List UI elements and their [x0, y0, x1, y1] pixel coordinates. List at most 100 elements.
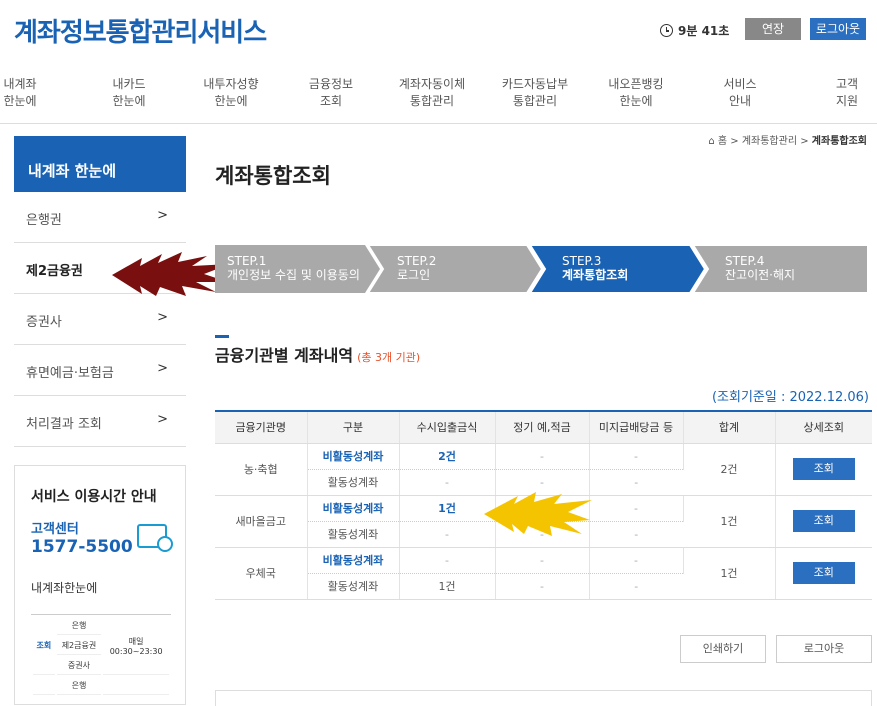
- as-of-date: (조회기준일 : 2022.12.06): [711, 390, 869, 405]
- global-nav: 내계좌 한눈에 내카드 한눈에 내투자성향 한눈에 금융정보 조회 계좌자동이체…: [0, 66, 877, 124]
- hours-institution: 증권사: [56, 657, 102, 675]
- service-hours-box: 서비스 이용시간 안내 고객센터 1577-5500 내계좌한눈에 조회 은행 …: [14, 465, 186, 705]
- chevron-right-icon: >: [157, 412, 168, 427]
- print-button[interactable]: 인쇄하기: [680, 635, 766, 663]
- total-count: 1건: [683, 547, 776, 600]
- column-header: 구분: [307, 411, 400, 444]
- hours-institution: 은행: [56, 617, 102, 635]
- chevron-right-icon: >: [157, 310, 168, 325]
- site-logo[interactable]: 계좌정보통합관리서비스: [14, 12, 267, 49]
- sidebar-item-label: 증권사: [26, 315, 62, 330]
- breadcrumb-current: 계좌통합조회: [811, 136, 867, 147]
- sidebar-item-label: 휴면예금·보험금: [26, 366, 114, 381]
- step-number: STEP.4: [725, 254, 765, 268]
- column-header: 상세조회: [775, 411, 872, 444]
- section-title: 금융기관별 계좌내역 (총 3개 기관): [215, 342, 420, 366]
- clock-icon: [660, 24, 673, 37]
- step-label: 계좌통합조회: [562, 268, 629, 282]
- step-label: 잔고이전·해지: [725, 268, 796, 282]
- gnb-item-my-cards[interactable]: 내카드 한눈에: [89, 76, 169, 110]
- session-time-remaining: 9분 41초: [678, 24, 730, 38]
- sidebar-title: 내계좌 한눈에: [14, 136, 186, 192]
- demand-deposit-count[interactable]: 2건: [399, 443, 496, 470]
- table-row: 우체국 비활동성계좌 - - - 1건 조회: [215, 547, 872, 600]
- step-3: STEP.3 계좌통합조회: [550, 245, 700, 293]
- sidebar-item-dormant[interactable]: 휴면예금·보험금 >: [14, 345, 186, 396]
- table-header-row: 금융기관명 구분 수시입출금식 정기 예,적금 미지급배당금 등 합계 상세조회: [215, 411, 872, 444]
- step-label: 개인정보 수집 및 이용동의: [227, 268, 360, 282]
- unpaid-dividend-count: -: [589, 469, 683, 496]
- demand-deposit-count: -: [399, 469, 496, 496]
- extend-session-button[interactable]: 연장: [745, 18, 801, 40]
- annotation-arrow-red: [112, 252, 230, 296]
- gnb-item-card-autopay[interactable]: 카드자동납부 통합관리: [495, 76, 575, 110]
- unpaid-dividend-count: -: [589, 495, 684, 522]
- breadcrumb-separator: >: [730, 136, 739, 147]
- unpaid-dividend-count: -: [589, 547, 684, 574]
- gnb-item-financial-info[interactable]: 금융정보 조회: [291, 76, 371, 110]
- chevron-right-icon: >: [157, 361, 168, 376]
- demand-deposit-count[interactable]: 1건: [399, 573, 496, 600]
- section-title-text: 금융기관별 계좌내역: [215, 346, 354, 365]
- demand-deposit-count[interactable]: 1건: [399, 495, 496, 522]
- step-number: STEP.2: [397, 254, 437, 268]
- hours-institution: 제2금융권: [56, 637, 102, 655]
- breadcrumb-home[interactable]: 홈: [718, 136, 727, 147]
- demand-deposit-count: -: [399, 521, 496, 548]
- gnb-item-service-info[interactable]: 서비스 안내: [700, 76, 780, 110]
- unpaid-dividend-count: -: [589, 521, 683, 548]
- column-header: 합계: [683, 411, 776, 444]
- account-type: 활동성계좌: [307, 521, 400, 548]
- account-type: 비활동성계좌: [307, 443, 400, 470]
- gnb-item-auto-transfer[interactable]: 계좌자동이체 통합관리: [392, 76, 472, 110]
- gnb-item-investment-profile[interactable]: 내투자성향 한눈에: [191, 76, 271, 110]
- table-row: 농·축협 비활동성계좌 2건 - - 2건 조회: [215, 443, 872, 496]
- gnb-item-open-banking[interactable]: 내오픈뱅킹 한눈에: [596, 76, 676, 110]
- home-icon[interactable]: ⌂: [708, 136, 714, 147]
- sidebar-item-securities[interactable]: 증권사 >: [14, 294, 186, 345]
- account-type: 활동성계좌: [307, 469, 400, 496]
- step-label: 로그인: [397, 268, 431, 282]
- service-hours-table: 조회 은행 매일 00:30~23:30 제2금융권 증권사 은행: [31, 614, 171, 697]
- term-deposit-count: -: [495, 573, 590, 600]
- view-detail-button[interactable]: 조회: [792, 562, 855, 584]
- unpaid-dividend-count: -: [589, 443, 684, 470]
- step-number: STEP.1: [227, 254, 267, 268]
- sidebar-item-bank[interactable]: 은행권 >: [14, 192, 186, 243]
- call-center-icon: [137, 524, 173, 552]
- bottom-notice-box: [215, 690, 872, 706]
- total-count: 1건: [683, 495, 776, 548]
- total-count: 2건: [683, 443, 776, 496]
- column-header: 미지급배당금 등: [589, 411, 684, 444]
- term-deposit-count: -: [495, 547, 590, 574]
- sidebar-item-results[interactable]: 처리결과 조회 >: [14, 396, 186, 447]
- session-timer: 9분 41초: [660, 22, 729, 39]
- column-header: 정기 예,적금: [495, 411, 590, 444]
- hours-institution: 은행: [56, 677, 102, 695]
- logout-button[interactable]: 로그아웃: [776, 635, 872, 663]
- step-number: STEP.3: [562, 254, 602, 268]
- service-hours-subtitle: 내계좌한눈에: [31, 581, 98, 595]
- breadcrumb-mid[interactable]: 계좌통합관리: [742, 136, 797, 147]
- header-logout-button[interactable]: 로그아웃: [810, 18, 866, 40]
- term-deposit-count: -: [495, 443, 590, 470]
- sidebar-item-label: 처리결과 조회: [26, 417, 102, 432]
- service-hours-title: 서비스 이용시간 안내: [31, 489, 157, 505]
- institution-name: 우체국: [215, 547, 308, 600]
- step-4: STEP.4 잔고이전·해지: [713, 245, 863, 293]
- view-detail-button[interactable]: 조회: [792, 510, 855, 532]
- gnb-item-support[interactable]: 고객 지원: [807, 76, 877, 110]
- account-type: 비활동성계좌: [307, 495, 400, 522]
- institution-name: 새마을금고: [215, 495, 308, 548]
- gnb-item-my-accounts[interactable]: 내계좌 한눈에: [0, 76, 60, 110]
- chevron-right-icon: >: [157, 208, 168, 223]
- institution-count: (총 3개 기관): [357, 351, 421, 364]
- column-header: 금융기관명: [215, 411, 308, 444]
- hours-time: 매일 00:30~23:30: [103, 617, 169, 675]
- column-header: 수시입출금식: [399, 411, 496, 444]
- unpaid-dividend-count: -: [589, 573, 683, 600]
- annotation-arrow-yellow: [484, 492, 592, 536]
- view-detail-button[interactable]: 조회: [792, 458, 855, 480]
- demand-deposit-count: -: [399, 547, 496, 574]
- step-2: STEP.2 로그인: [385, 245, 535, 293]
